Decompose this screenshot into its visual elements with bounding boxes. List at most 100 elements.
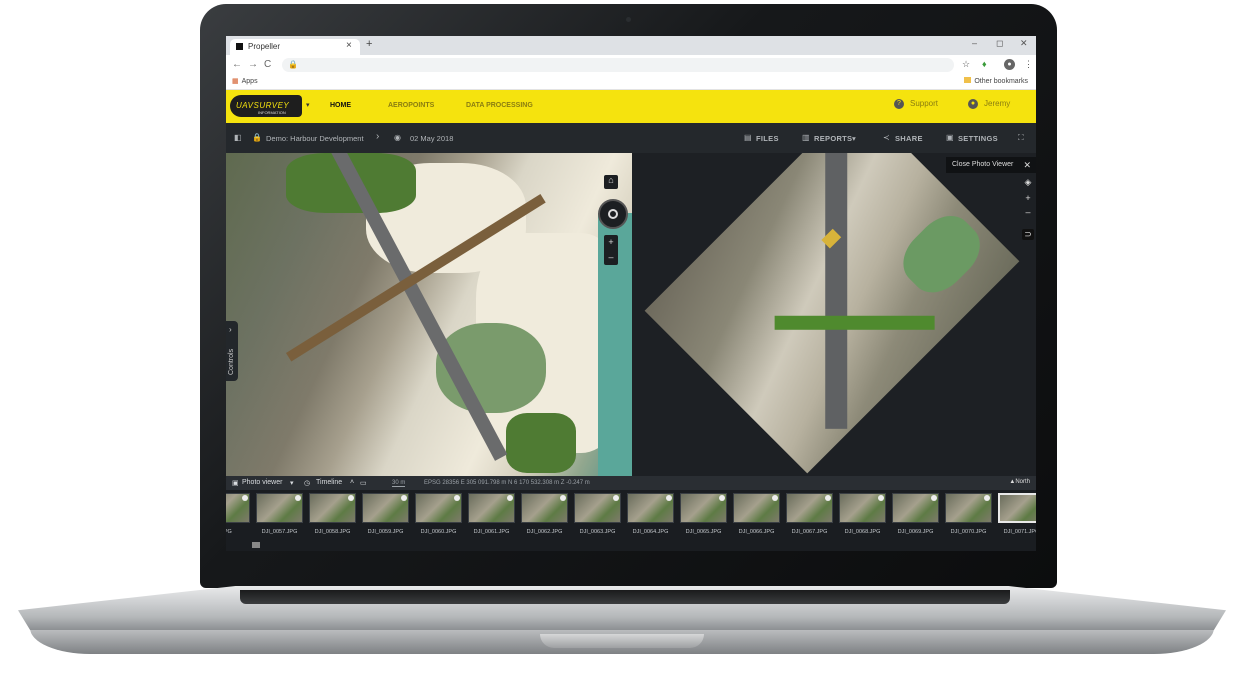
- share-button[interactable]: SHARE: [895, 134, 923, 143]
- fullscreen-icon[interactable]: ⛶: [1018, 133, 1024, 143]
- reports-dropdown-icon[interactable]: ▾: [852, 134, 856, 143]
- photo-viewer-bar: ▣ Photo viewer ▾ ◷ Timeline ˄ ▭ 30 m EPS…: [226, 476, 1036, 490]
- thumbnail-check-icon: [454, 495, 460, 501]
- thumbnail-check-icon: [931, 495, 937, 501]
- profile-avatar[interactable]: ●: [1004, 59, 1015, 70]
- zoom-out-button[interactable]: –: [604, 250, 618, 265]
- photo-thumbnail[interactable]: [574, 493, 621, 523]
- lock-icon: 🔒: [252, 133, 262, 142]
- photo-thumbnail[interactable]: [733, 493, 780, 523]
- photo-thumbnail[interactable]: [945, 493, 992, 523]
- timeline-toggle[interactable]: Timeline: [316, 479, 342, 486]
- new-tab-button[interactable]: +: [366, 38, 372, 50]
- home-view-button[interactable]: ⌂: [604, 175, 618, 189]
- org-switcher-caret-icon[interactable]: ▾: [306, 101, 310, 109]
- tab-close-icon[interactable]: ×: [346, 40, 352, 51]
- apps-grid-icon: ▦: [232, 78, 239, 85]
- thumbnail-label: JPG: [226, 529, 232, 535]
- reports-button[interactable]: REPORTS: [814, 134, 852, 143]
- photo-thumbnail[interactable]: [627, 493, 674, 523]
- photo-thumbnail[interactable]: [786, 493, 833, 523]
- menu-kebab-icon[interactable]: ⋮: [1024, 59, 1033, 70]
- close-window-button[interactable]: ✕: [1020, 38, 1028, 49]
- thumbnail-label: DJI_0058.JPG: [314, 529, 351, 535]
- survey-date[interactable]: 02 May 2018: [410, 134, 453, 143]
- photo-thumbnail[interactable]: [362, 493, 409, 523]
- nav-home[interactable]: HOME: [330, 102, 351, 109]
- forward-button[interactable]: →: [248, 59, 258, 70]
- reports-icon: ▥: [802, 133, 810, 142]
- photo-thumbnail[interactable]: [998, 493, 1036, 523]
- thumbnail-label: DJI_0070.JPG: [950, 529, 987, 535]
- maximize-button[interactable]: ◻: [996, 38, 1003, 49]
- camera-icon: ▣: [232, 480, 239, 487]
- settings-button[interactable]: SETTINGS: [958, 134, 998, 143]
- photo-viewer-toggle[interactable]: Photo viewer: [242, 479, 282, 486]
- north-indicator: ▲North: [1009, 479, 1030, 485]
- zoom-in-button[interactable]: +: [604, 235, 618, 250]
- back-button[interactable]: ←: [232, 59, 242, 70]
- photo-thumbnail[interactable]: [256, 493, 303, 523]
- support-link[interactable]: ? Support: [894, 99, 938, 109]
- browser-tab[interactable]: Propeller ×: [230, 39, 360, 55]
- photo-thumbnail[interactable]: [226, 493, 250, 523]
- app-header: UAVSURVEY INFORMATION ▾ HOME AEROPOINTS …: [226, 90, 1036, 123]
- laptop-notch: [540, 634, 704, 648]
- controls-drawer-tab[interactable]: › Controls: [226, 321, 238, 381]
- files-button[interactable]: FILES: [756, 134, 779, 143]
- thumbnail-label: DJI_0066.JPG: [738, 529, 775, 535]
- reload-button[interactable]: C: [264, 59, 271, 70]
- nav-aeropoints[interactable]: AEROPOINTS: [388, 102, 434, 109]
- user-menu[interactable]: ● Jeremy: [968, 99, 1010, 109]
- lock-icon: 🔒: [288, 60, 298, 69]
- close-photo-viewer-button[interactable]: Close Photo Viewer ✕: [946, 157, 1036, 173]
- star-icon[interactable]: ☆: [962, 59, 970, 70]
- breadcrumb-separator: ›: [376, 131, 380, 142]
- photo-thumbnail[interactable]: [468, 493, 515, 523]
- thumbnail-label: DJI_0068.JPG: [844, 529, 881, 535]
- extension-icon[interactable]: ♦: [982, 59, 987, 69]
- thumbnail-check-icon: [560, 495, 566, 501]
- thumbnail-label: DJI_0062.JPG: [526, 529, 563, 535]
- chevron-right-icon: ›: [229, 325, 232, 334]
- folder-icon: [964, 77, 972, 83]
- sidebar-toggle-icon[interactable]: ◧: [234, 133, 242, 142]
- bookmark-apps[interactable]: ▦ Apps: [232, 77, 258, 85]
- orthomosaic-map[interactable]: ⌂ + –: [226, 153, 632, 476]
- dropdown-icon[interactable]: ▾: [290, 479, 294, 487]
- drone-photo[interactable]: [644, 153, 1020, 474]
- compass-control[interactable]: [598, 199, 628, 229]
- laptop-hinge: [240, 590, 1010, 604]
- coordinate-readout: EPSG 28356 E 305 091.798 m N 6 170 532.3…: [424, 480, 590, 486]
- photo-thumbnail[interactable]: [892, 493, 939, 523]
- viewer-zoom-in-button[interactable]: +: [1022, 193, 1034, 203]
- user-icon: ●: [968, 99, 978, 109]
- photo-thumbnail[interactable]: [839, 493, 886, 523]
- layers-icon[interactable]: ◈: [1022, 177, 1034, 188]
- tab-title: Propeller: [248, 42, 281, 51]
- thumbnail-label: DJI_0064.JPG: [632, 529, 669, 535]
- photo-thumbnail[interactable]: [680, 493, 727, 523]
- company-logo[interactable]: UAVSURVEY INFORMATION: [230, 95, 302, 117]
- photo-thumbnail[interactable]: [521, 493, 568, 523]
- photo-thumbnail[interactable]: [309, 493, 356, 523]
- survey-icon: ◉: [394, 133, 401, 142]
- viewer-zoom-out-button[interactable]: –: [1022, 207, 1034, 217]
- clock-icon: ◷: [304, 480, 311, 487]
- bookmarks-bar: ▦ Apps Other bookmarks: [226, 75, 1036, 90]
- controls-label: Controls: [228, 348, 235, 375]
- address-input[interactable]: 🔒: [282, 58, 954, 72]
- zoom-control: + –: [604, 235, 618, 265]
- photo-thumbnail[interactable]: [415, 493, 462, 523]
- nav-data-processing[interactable]: DATA PROCESSING: [466, 102, 533, 109]
- thumbnail-check-icon: [401, 495, 407, 501]
- project-name[interactable]: Demo: Harbour Development: [266, 134, 364, 143]
- scrollbar-thumb[interactable]: [252, 542, 260, 548]
- photo-grass-strip: [774, 315, 935, 330]
- rotate-icon[interactable]: ⊃: [1022, 229, 1034, 240]
- minimize-button[interactable]: –: [972, 38, 977, 48]
- chevron-up-icon[interactable]: ˄: [350, 479, 354, 486]
- bookmark-other[interactable]: Other bookmarks: [964, 77, 1028, 85]
- photo-viewer-panel[interactable]: Close Photo Viewer ✕ ◈ + – ⊃: [632, 153, 1036, 476]
- thumbnail-label: DJI_0067.JPG: [791, 529, 828, 535]
